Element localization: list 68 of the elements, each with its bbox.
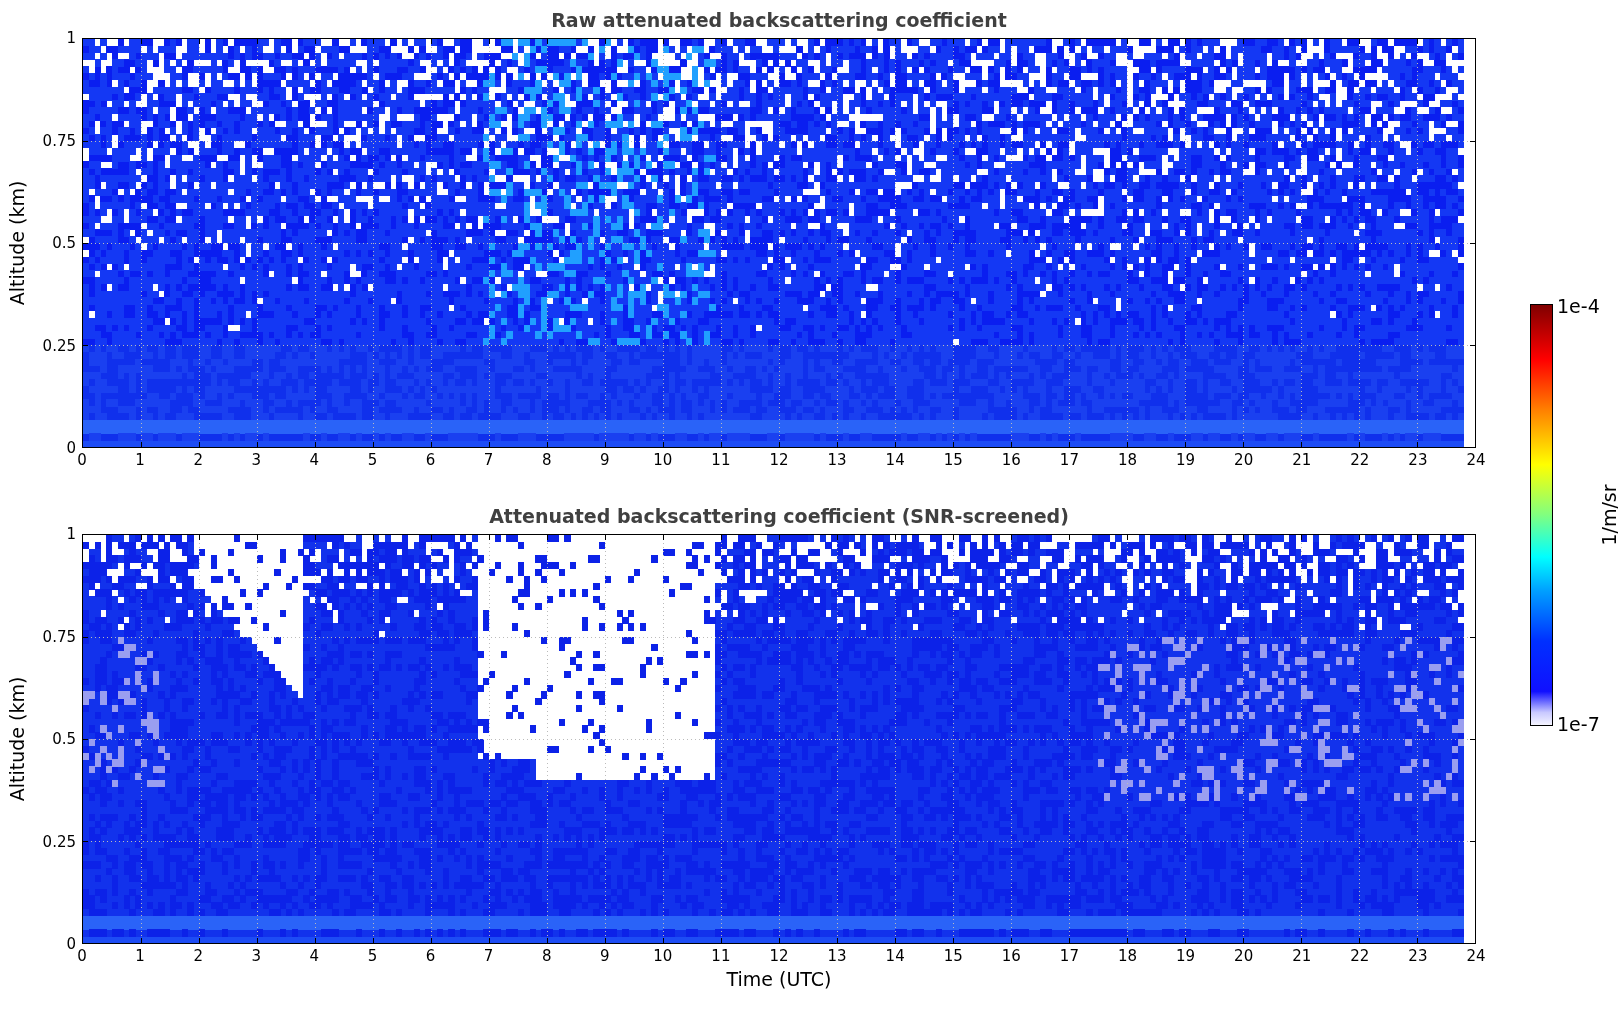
tick-label: 4 [309, 451, 320, 469]
tick-label: 5 [367, 947, 378, 965]
tick-label: 9 [600, 947, 610, 965]
tick-label: 19 [1176, 947, 1196, 965]
tick-label: 13 [827, 947, 847, 965]
tick-label: 0.5 [52, 234, 76, 252]
axis-label: Altitude (km) [6, 180, 28, 306]
tick-label: 16 [1001, 947, 1021, 965]
tick-label: 20 [1234, 947, 1254, 965]
tick-label: 5 [367, 451, 378, 469]
tick-label: 9 [600, 451, 610, 469]
tick-label: 2 [193, 947, 203, 965]
tick-label: 3 [251, 451, 261, 469]
tick-label: 12 [769, 451, 789, 469]
tick-label: 14 [885, 947, 905, 965]
tick-label: 1 [66, 29, 76, 47]
tick-label: 14 [885, 451, 905, 469]
tick-label: 22 [1350, 947, 1370, 965]
tick-label: 0.75 [42, 131, 76, 150]
chart-title: Raw attenuated backscattering coefficient [550, 8, 1008, 33]
tick-label: 23 [1408, 947, 1428, 965]
tick-label: 8 [541, 947, 552, 965]
tick-label: 0.5 [52, 730, 76, 748]
tick-label: 4 [309, 947, 320, 965]
tick-label: 24 [1466, 451, 1486, 469]
tick-label: 17 [1059, 947, 1079, 965]
tick-label: 11 [711, 947, 731, 965]
tick-label: 10 [653, 451, 673, 469]
tick-label: 21 [1292, 451, 1312, 469]
tick-label: 10 [653, 947, 673, 965]
tick-label: 24 [1466, 947, 1486, 965]
tick-label: 17 [1059, 451, 1079, 469]
tick-label: 18 [1117, 451, 1138, 469]
tick-label: 0.25 [42, 336, 76, 355]
tick-label: 6 [425, 451, 436, 469]
tick-label: 0 [77, 947, 87, 965]
tick-label: 20 [1234, 451, 1254, 469]
tick-label: 1 [66, 525, 76, 543]
tick-label: 1 [135, 451, 145, 469]
tick-label: 15 [943, 947, 963, 965]
tick-label: 7 [483, 947, 494, 965]
colorbar-min-label: 1e-7 [1557, 713, 1600, 735]
tick-label: 8 [541, 451, 552, 469]
tick-label: 2 [193, 451, 203, 469]
tick-label: 11 [711, 451, 731, 469]
colorbar-unit-label: 1/m/sr [1597, 484, 1620, 546]
tick-label: 15 [943, 451, 963, 469]
tick-label: 13 [827, 451, 847, 469]
tick-label: 0.75 [42, 627, 76, 646]
tick-label: 1 [135, 947, 145, 965]
tick-label: 7 [483, 451, 494, 469]
chart-title: Attenuated backscattering coefficient (SNR-screened) [488, 504, 1070, 529]
tick-label: 12 [769, 947, 789, 965]
colorbar-max-label: 1e-4 [1557, 295, 1600, 317]
tick-label: 0 [66, 439, 76, 457]
axis-label: Altitude (km) [6, 676, 28, 802]
tick-label: 18 [1117, 947, 1138, 965]
tick-label: 6 [425, 947, 436, 965]
tick-label: 16 [1001, 451, 1021, 469]
tick-label: 23 [1408, 451, 1428, 469]
tick-label: 3 [251, 947, 261, 965]
tick-label: 21 [1292, 947, 1312, 965]
axis-label: Time (UTC) [726, 968, 832, 990]
tick-label: 0.25 [42, 832, 76, 851]
tick-label: 22 [1350, 451, 1370, 469]
tick-label: 0 [77, 451, 87, 469]
tick-label: 0 [66, 935, 76, 953]
tick-label: 19 [1176, 451, 1196, 469]
